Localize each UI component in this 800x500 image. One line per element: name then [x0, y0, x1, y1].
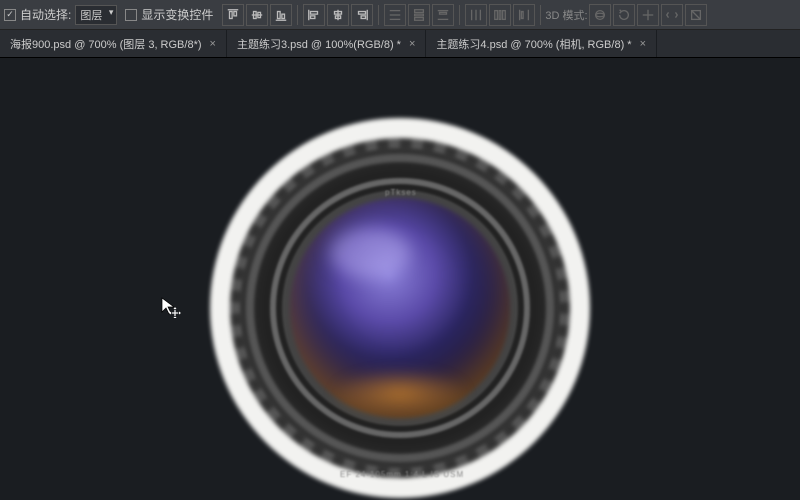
close-icon[interactable]: × — [640, 38, 646, 50]
align-left-edges-icon[interactable] — [303, 4, 325, 26]
3d-scale-icon[interactable] — [685, 4, 707, 26]
tab-document-1[interactable]: 主题练习3.psd @ 100%(RGB/8) * × — [227, 30, 426, 57]
align-right-edges-icon[interactable] — [351, 4, 373, 26]
lens-ring-text: EF 24-105mm 1:4 L IS USM — [340, 470, 464, 479]
toolbar-separator — [459, 5, 460, 25]
lens-glare-highlight — [330, 228, 410, 278]
tab-label: 海报900.psd @ 700% (图层 3, RGB/8*) — [10, 36, 202, 52]
close-icon[interactable]: × — [409, 38, 415, 50]
align-vcenter-icon[interactable] — [246, 4, 268, 26]
distribute-top-icon[interactable] — [384, 4, 406, 26]
tab-document-2[interactable]: 主题练习4.psd @ 700% (相机, RGB/8) * × — [426, 30, 657, 57]
toolbar-separator — [297, 5, 298, 25]
align-hcenter-icon[interactable] — [327, 4, 349, 26]
document-tabbar: 海报900.psd @ 700% (图层 3, RGB/8*) × 主题练习3.… — [0, 30, 800, 58]
distribute-bottom-icon[interactable] — [432, 4, 454, 26]
auto-select-dropdown[interactable]: 图层 — [75, 5, 117, 25]
auto-select-label: 自动选择: — [20, 6, 71, 23]
lens-brand-text: pTkses — [385, 188, 417, 197]
3d-slide-icon[interactable] — [661, 4, 683, 26]
toolbar-separator — [378, 5, 379, 25]
align-bottom-edges-icon[interactable] — [270, 4, 292, 26]
tab-label: 主题练习4.psd @ 700% (相机, RGB/8) * — [436, 36, 631, 52]
align-top-edges-icon[interactable] — [222, 4, 244, 26]
distribute-right-icon[interactable] — [513, 4, 535, 26]
distribute-vcenter-icon[interactable] — [408, 4, 430, 26]
distribute-left-icon[interactable] — [465, 4, 487, 26]
3d-pan-icon[interactable] — [637, 4, 659, 26]
options-toolbar: ✓ 自动选择: 图层 显示变换控件 3D 模式: — [0, 0, 800, 30]
transform-controls-label: 显示变换控件 — [141, 6, 213, 23]
auto-select-checkbox[interactable]: ✓ — [4, 9, 16, 21]
canvas-area[interactable]: pTkses EF 24-105mm 1:4 L IS USM — [0, 58, 800, 500]
auto-select-group: ✓ 自动选择: 图层 — [4, 5, 117, 25]
transform-controls-checkbox[interactable] — [125, 9, 137, 21]
move-tool-cursor-icon — [160, 296, 182, 318]
tab-label: 主题练习3.psd @ 100%(RGB/8) * — [237, 36, 401, 52]
3d-orbit-icon[interactable] — [589, 4, 611, 26]
close-icon[interactable]: × — [210, 38, 216, 50]
mode-3d-label: 3D 模式: — [545, 7, 587, 23]
transform-controls-group: 显示变换控件 — [125, 6, 213, 23]
3d-rotate-icon[interactable] — [613, 4, 635, 26]
distribute-hcenter-icon[interactable] — [489, 4, 511, 26]
lens-orange-reflection — [330, 368, 470, 418]
toolbar-separator — [540, 5, 541, 25]
tab-document-0[interactable]: 海报900.psd @ 700% (图层 3, RGB/8*) × — [0, 30, 227, 57]
